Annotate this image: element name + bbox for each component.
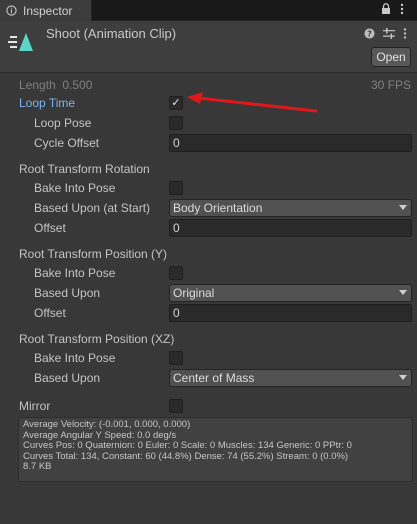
mirror-row: Mirror [0,397,417,415]
tab-inspector[interactable]: Inspector [0,0,92,21]
dropdown-value: Body Orientation [173,201,263,215]
root-position-y-based-dropdown[interactable]: Original [169,284,412,302]
root-rotation-bake-checkbox[interactable] [169,181,183,195]
loop-time-checkbox[interactable]: ✓ [169,96,183,110]
root-position-y-based-row: Based Upon Original [0,284,417,302]
dropdown-caret-icon [399,205,407,210]
root-position-y-bake-row: Bake Into Pose [0,264,417,282]
stats-line: Average Velocity: (-0.001, 0.000, 0.000) [23,419,191,430]
root-rotation-header: Root Transform Rotation [0,160,417,178]
loop-pose-checkbox[interactable] [169,116,183,130]
tab-label: Inspector [23,3,73,18]
cycle-offset-label: Cycle Offset [34,136,100,150]
fps-label: 30 FPS [370,78,411,92]
clip-stats-box: Average Velocity: (-0.001, 0.000, 0.000)… [18,417,413,482]
length-label: Length 0.500 [19,78,93,92]
cycle-offset-row: Cycle Offset 0 [0,134,417,152]
root-position-xz-based-label: Based Upon [34,371,101,385]
root-rotation-based-label: Based Upon (at Start) [34,201,151,215]
more-icon[interactable] [403,28,407,39]
root-position-y-bake-label: Bake Into Pose [34,266,116,280]
inspector-header: Shoot (Animation Clip) ? Open [0,21,417,73]
cycle-offset-field[interactable]: 0 [169,134,412,152]
loop-pose-row: Loop Pose [0,114,417,132]
tab-bar: Inspector [0,0,417,21]
loop-pose-label: Loop Pose [34,116,92,130]
root-rotation-offset-row: Offset 0 [0,219,417,237]
root-position-y-offset-row: Offset 0 [0,304,417,322]
root-rotation-offset-field[interactable]: 0 [169,219,412,237]
root-position-y-offset-label: Offset [34,306,66,320]
root-rotation-based-dropdown[interactable]: Body Orientation [169,199,412,217]
root-rotation-based-row: Based Upon (at Start) Body Orientation [0,199,417,217]
stats-line: 8.7 KB [23,461,52,473]
root-position-y-offset-field[interactable]: 0 [169,304,412,322]
root-position-xz-title: Root Transform Position (XZ) [19,332,175,346]
root-rotation-title: Root Transform Rotation [19,162,150,176]
root-position-xz-header: Root Transform Position (XZ) [0,330,417,348]
root-position-y-based-label: Based Upon [34,286,101,300]
root-position-y-title: Root Transform Position (Y) [19,247,168,261]
svg-text:?: ? [367,29,372,39]
menu-icon[interactable] [400,3,404,15]
asset-title: Shoot (Animation Clip) [46,26,177,41]
open-button[interactable]: Open [371,47,411,67]
root-position-xz-bake-label: Bake Into Pose [34,351,116,365]
dropdown-value: Original [173,286,215,300]
root-rotation-bake-label: Bake Into Pose [34,181,116,195]
help-icon[interactable]: ? [364,28,375,39]
red-arrow-annotation [187,92,318,113]
checkmark-icon: ✓ [171,97,181,109]
root-rotation-bake-row: Bake Into Pose [0,179,417,197]
root-position-xz-bake-row: Bake Into Pose [0,349,417,367]
mirror-label: Mirror [19,399,51,413]
info-icon [6,5,17,16]
root-position-xz-based-row: Based Upon Center of Mass [0,369,417,387]
mirror-checkbox[interactable] [169,399,183,413]
dropdown-caret-icon [399,290,407,295]
animation-clip-icon [8,33,33,51]
loop-time-label: Loop Time [19,96,76,110]
dropdown-value: Center of Mass [173,371,255,385]
stats-line: Curves Total: 134, Constant: 60 (44.8%) … [23,450,349,462]
root-rotation-offset-label: Offset [34,221,66,235]
root-position-y-header: Root Transform Position (Y) [0,245,417,263]
root-position-y-bake-checkbox[interactable] [169,266,183,280]
settings-sliders-icon[interactable] [383,28,395,39]
root-position-xz-based-dropdown[interactable]: Center of Mass [169,369,412,387]
dropdown-caret-icon [399,375,407,380]
lock-icon[interactable] [381,3,391,15]
root-position-xz-bake-checkbox[interactable] [169,351,183,365]
